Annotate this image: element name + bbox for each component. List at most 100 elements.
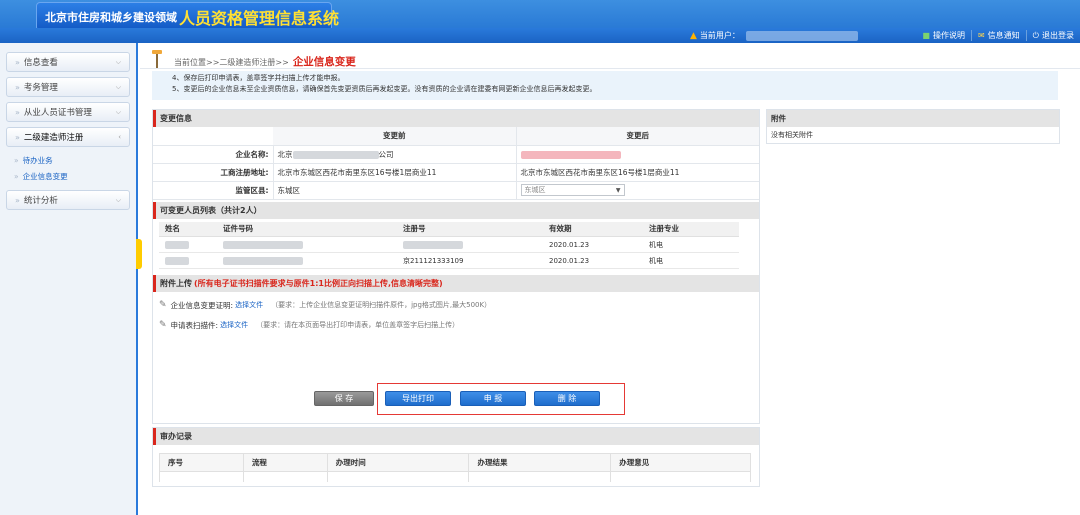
upload-requirement: （要求：请在本页面导出打印申请表，单位盖章签字后扫描上传） [256, 321, 460, 329]
col-header: 注册号 [397, 221, 543, 237]
sidebar-subitem-pending[interactable]: » 待办业务 [0, 152, 136, 168]
double-chevron-icon: » [14, 155, 19, 165]
choose-file-link[interactable]: 选择文件 [220, 320, 248, 330]
col-header: 姓名 [159, 221, 217, 237]
sidebar-item-exam[interactable]: » 考务管理 ⌵ [6, 77, 130, 97]
current-user: ▲ 当前用户： [690, 29, 858, 42]
upload-label: 申请表扫描件: [170, 320, 219, 330]
redacted-text [223, 240, 303, 249]
sidebar-subitem-label: 企业信息变更 [22, 171, 68, 181]
valid-date: 2020.01.23 [543, 236, 643, 253]
table-row[interactable]: 2020.01.23 机电 [159, 236, 739, 253]
help-link[interactable]: ■ 操作说明 [916, 29, 971, 42]
sidebar-item-label: 从业人员证书管理 [23, 108, 92, 118]
sidebar-item-certificates[interactable]: » 从业人员证书管理 ⌵ [6, 102, 130, 122]
power-icon: ⏻ [1032, 30, 1039, 40]
change-form-panel: 变更信息 变更前 变更后 企业名称: 北京 公司 工商注册地址: 北京市东城区西花… [152, 109, 760, 424]
double-chevron-icon: » [15, 195, 20, 205]
header-links: ■ 操作说明 ✉ 信息通知 ⏻ 退出登录 [916, 29, 1080, 42]
chevron-left-icon: ‹ [118, 133, 121, 141]
person-table: 姓名 证件号码 注册号 有效期 注册专业 2020.01.23 机电 京2111… [159, 221, 739, 269]
upload-warning: (所有电子证书扫描件要求与原件1:1比例正向扫描上传,信息清晰完整) [194, 279, 443, 288]
chevron-down-icon: ⌵ [115, 57, 121, 66]
redacted-text [520, 150, 621, 159]
change-compare-table: 变更前 变更后 企业名称: 北京 公司 工商注册地址: 北京市东城区西花市南里东区… [153, 127, 759, 200]
help-icon: ■ [922, 31, 930, 40]
dropdown-arrow-icon: ▼ [615, 186, 621, 194]
col-header: 有效期 [543, 221, 643, 237]
logout-link-label: 退出登录 [1042, 31, 1074, 40]
submit-button[interactable]: 申 报 [460, 391, 526, 406]
district-label: 监管区县: [153, 181, 274, 200]
upload-row: ✎ 企业信息变更证明: 选择文件 （要求：上传企业信息变更证明扫描件原件，jpg… [153, 295, 759, 315]
current-user-name-redacted [745, 30, 858, 41]
section-title: 变更信息 [153, 110, 759, 127]
sidebar: » 信息查看 ⌵ » 考务管理 ⌵ » 从业人员证书管理 ⌵ » 二级建造师注册… [0, 43, 138, 515]
breadcrumb-text: 当前位置>>二级建造师注册>> 企业信息变更 [174, 54, 356, 69]
records-panel: 审办记录 序号 流程 办理时间 办理结果 办理意见 [152, 427, 760, 487]
redacted-text [292, 150, 379, 159]
upload-row: ✎ 申请表扫描件: 选择文件 （要求：请在本页面导出打印申请表，单位盖章签字后扫… [153, 315, 759, 335]
upload-label: 企业信息变更证明: [170, 300, 234, 310]
chevron-down-icon: ⌵ [115, 82, 121, 91]
page-title: 企业信息变更 [292, 56, 356, 68]
table-row[interactable]: 京211121333109 2020.01.23 机电 [159, 252, 739, 269]
chevron-down-icon: ⌵ [115, 195, 121, 204]
header-banner: 北京市住房和城乡建设领域 人员资格管理信息系统 ▲ 当前用户： ■ 操作说明 ✉… [0, 0, 1080, 43]
sidebar-item-label: 二级建造师注册 [23, 133, 84, 143]
export-print-button[interactable]: 导出打印 [385, 391, 451, 406]
section-title: 附件 [767, 110, 1059, 127]
notify-link-label: 信息通知 [987, 31, 1020, 40]
double-chevron-icon: » [15, 57, 20, 67]
col-header: 序号 [159, 453, 244, 472]
reg-number: 京211121333109 [397, 252, 543, 269]
mail-icon: ✉ [977, 31, 985, 40]
paperclip-icon: ✎ [159, 300, 167, 310]
col-header: 流程 [242, 453, 328, 472]
sidebar-subitem-company-change[interactable]: » 企业信息变更 [0, 168, 136, 184]
double-chevron-icon: » [15, 82, 20, 92]
choose-file-link[interactable]: 选择文件 [235, 300, 263, 310]
user-icon: ▲ [690, 30, 697, 41]
company-name-label: 企业名称: [153, 145, 274, 164]
sidebar-subitem-label: 待办业务 [22, 155, 53, 165]
save-button[interactable]: 保 存 [314, 391, 374, 406]
sidebar-item-statistics[interactable]: » 统计分析 ⌵ [6, 190, 130, 210]
redacted-text [165, 256, 189, 265]
sidebar-item-info-view[interactable]: » 信息查看 ⌵ [6, 52, 130, 72]
redacted-text [165, 240, 189, 249]
no-attachments-text: 没有相关附件 [771, 131, 813, 139]
breadcrumb: 当前位置>>二级建造师注册>> 企业信息变更 [140, 49, 1080, 69]
double-chevron-icon: » [15, 132, 20, 142]
sidebar-item-label: 统计分析 [23, 196, 58, 206]
sidebar-item-registration[interactable]: » 二级建造师注册 ‹ [6, 127, 130, 147]
section-title: 可变更人员列表（共计2人） [153, 201, 759, 219]
district-select-value: 东城区 [524, 186, 546, 194]
major: 机电 [643, 236, 739, 253]
upload-section-title: 附件上传 (所有电子证书扫描件要求与原件1:1比例正向扫描上传,信息清晰完整) [153, 275, 759, 292]
notice-line: 4、保存后打印申请表，盖章签字并扫描上传才能申报。 [172, 74, 345, 82]
address-before: 北京市东城区西花市南里东区16号楼1层商业11 [273, 163, 517, 182]
sidebar-item-label: 信息查看 [23, 58, 58, 68]
logout-link[interactable]: ⏻ 退出登录 [1027, 29, 1080, 42]
main-content: 当前位置>>二级建造师注册>> 企业信息变更 4、保存后打印申请表，盖章签字并扫描… [140, 43, 1080, 515]
delete-button[interactable]: 删 除 [534, 391, 600, 406]
pushpin-icon [152, 50, 162, 68]
redacted-text [223, 256, 303, 265]
system-logo: 北京市住房和城乡建设领域 人员资格管理信息系统 [36, 2, 339, 31]
current-user-label: 当前用户： [699, 31, 740, 40]
col-header: 办理意见 [610, 453, 751, 472]
col-header: 办理时间 [326, 453, 470, 472]
records-table: 序号 流程 办理时间 办理结果 办理意见 [159, 453, 751, 482]
notify-link[interactable]: ✉ 信息通知 [972, 29, 1026, 42]
district-select[interactable]: 东城区 ▼ [520, 184, 625, 196]
notice-line: 5、变更后的企业信息未至企业资质信息，请确保首先变更资质后再发起变更。没有资质的… [172, 85, 597, 93]
section-title: 附件上传 [160, 279, 192, 288]
district-before: 东城区 [273, 181, 517, 200]
col-header: 证件号码 [217, 221, 397, 237]
col-after-header: 变更后 [516, 127, 759, 146]
col-before-header: 变更前 [273, 127, 517, 146]
notice-box: 4、保存后打印申请表，盖章签字并扫描上传才能申报。 5、变更后的企业信息未至企业… [152, 71, 1058, 100]
sidebar-item-label: 考务管理 [23, 83, 58, 93]
double-chevron-icon: » [15, 107, 20, 117]
